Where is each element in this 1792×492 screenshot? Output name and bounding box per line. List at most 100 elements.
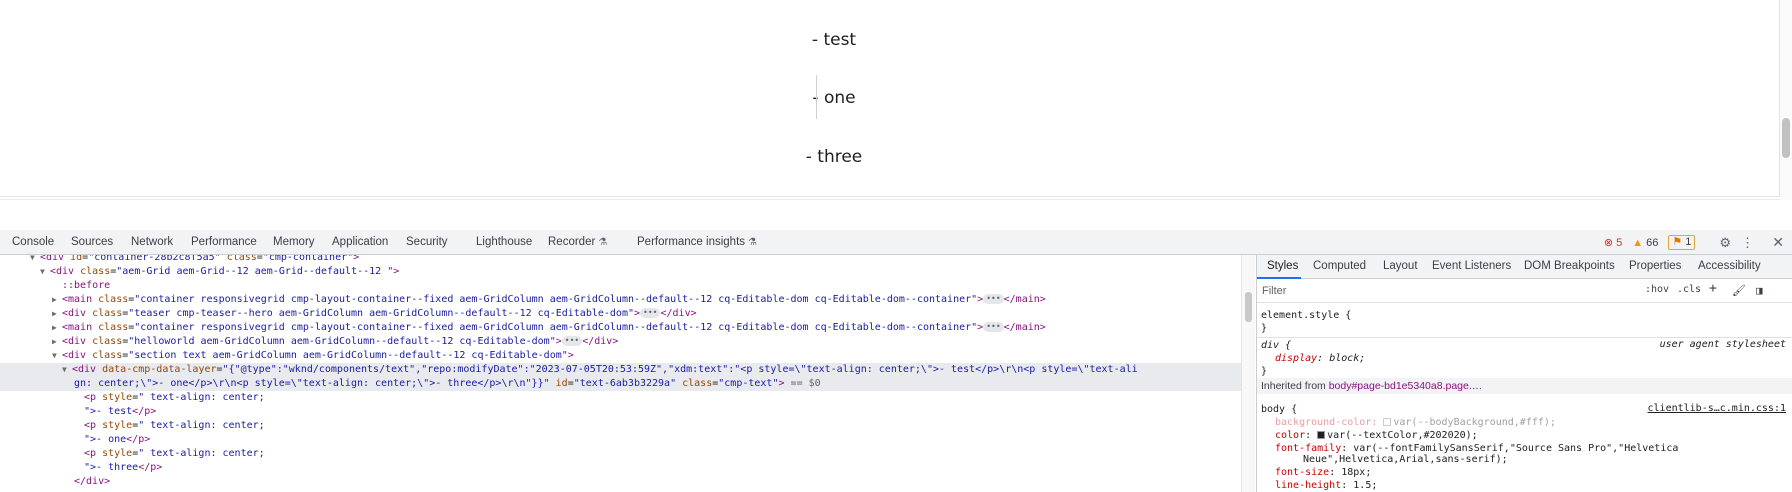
gear-icon[interactable]: ⚙ <box>1719 235 1731 251</box>
dom-node-selected[interactable]: ▼ <div data-cmp-data-layer="{"@type":"wkn… <box>0 363 1241 377</box>
page-content: - test - one - three <box>0 0 1780 197</box>
paragraph-three[interactable]: - three <box>0 145 1668 169</box>
inherited-node-link[interactable]: body#page-bd1e5340a8.page.… <box>1329 380 1483 392</box>
browser-window: - test - one - three Console Sources Net… <box>0 0 1792 492</box>
dom-node[interactable]: ">- test</p> <box>0 405 1241 419</box>
error-count-badge[interactable]: ⊗ 5 <box>1604 236 1623 250</box>
tab-properties[interactable]: Properties <box>1629 260 1681 272</box>
collapse-triangle-icon[interactable]: ▼ <box>52 349 62 363</box>
element-style-selector[interactable]: element.style { <box>1261 309 1351 322</box>
expand-triangle-icon[interactable]: ▶ <box>52 293 62 307</box>
tab-performance[interactable]: Performance <box>191 236 257 248</box>
sidebar-toggle-icon[interactable]: ◨ <box>1756 284 1763 297</box>
tab-layout[interactable]: Layout <box>1383 260 1418 272</box>
tab-memory[interactable]: Memory <box>273 236 315 248</box>
body-decl-font-family-cont: Neue",Helvetica,Arial,sans-serif); <box>1303 454 1508 465</box>
devtools-status: ⊗ 5 ▲ 66 ⚑ 1 ⚙ ⋮ <box>1604 234 1754 251</box>
tab-performance-insights-label: Performance insights <box>637 236 746 248</box>
dom-node[interactable]: ▼ <div id="container-28b2c8f5a5" class="c… <box>0 255 1241 265</box>
paragraph-one[interactable]: - one <box>0 86 1668 110</box>
ellipsis-icon[interactable]: ••• <box>983 322 1004 332</box>
dom-pseudo-before[interactable]: ::before <box>0 279 1241 293</box>
warning-count-badge[interactable]: ▲ 66 <box>1632 237 1658 249</box>
tab-sources[interactable]: Sources <box>71 236 113 248</box>
inherited-from-header: Inherited from body#page-bd1e5340a8.page… <box>1257 378 1792 394</box>
tab-console[interactable]: Console <box>12 236 54 248</box>
warning-count: 66 <box>1646 236 1659 249</box>
issue-count: 1 <box>1685 236 1692 248</box>
hover-state-toggle[interactable]: :hov <box>1645 284 1669 295</box>
expand-triangle-icon[interactable]: ▶ <box>52 321 62 335</box>
styles-sidebar: Styles Computed Layout Event Listeners D… <box>1256 255 1792 492</box>
dom-node[interactable]: <p style=" text-align: center; <box>0 391 1241 405</box>
tab-recorder-label: Recorder <box>548 236 596 248</box>
styles-filter-input[interactable] <box>1262 283 1592 299</box>
stylesheet-source-link[interactable]: clientlib-s…c.min.css:1 <box>1648 403 1786 414</box>
text-caret <box>816 75 817 119</box>
body-decl-font-size[interactable]: font-size: 18px; <box>1275 466 1371 479</box>
body-rule-selector[interactable]: body { <box>1261 403 1297 416</box>
collapse-triangle-icon[interactable]: ▼ <box>30 255 40 265</box>
dom-node[interactable]: ▼ <div class="section text aem-GridColumn… <box>0 349 1241 363</box>
dom-node[interactable]: ▼ <div class="aem-Grid aem-Grid--12 aem-G… <box>0 265 1241 279</box>
dom-node[interactable]: ▶ <div class="teaser cmp-teaser--hero aem… <box>0 307 1241 321</box>
dom-node[interactable]: ">- one</p> <box>0 433 1241 447</box>
ellipsis-icon[interactable]: ••• <box>983 294 1004 304</box>
dom-node[interactable]: <p style=" text-align: center; <box>0 447 1241 461</box>
div-rule-close: } <box>1261 366 1268 377</box>
warning-icon: ▲ <box>1632 236 1644 249</box>
page-viewport: - test - one - three <box>0 0 1792 200</box>
paint-brush-icon[interactable]: 🖌 <box>1732 284 1746 297</box>
color-swatch[interactable] <box>1383 418 1392 426</box>
ua-stylesheet-note: user agent stylesheet <box>1659 339 1786 350</box>
body-decl-color[interactable]: color: var(--textColor,#202020); <box>1275 429 1478 442</box>
tab-computed[interactable]: Computed <box>1313 260 1366 272</box>
expand-triangle-icon[interactable]: ▶ <box>52 335 62 349</box>
dom-node-selected-continued[interactable]: gn: center;\">- one</p>\r\n<p style=\"te… <box>0 377 1241 391</box>
close-icon[interactable]: ✕ <box>1772 234 1784 251</box>
tab-application[interactable]: Application <box>332 236 388 248</box>
tab-security[interactable]: Security <box>406 236 448 248</box>
expand-triangle-icon[interactable]: ▶ <box>52 307 62 321</box>
tab-dom-breakpoints[interactable]: DOM Breakpoints <box>1524 260 1615 272</box>
devtools-tab-bar: Console Sources Network Performance Memo… <box>0 230 1792 255</box>
kebab-menu-icon[interactable]: ⋮ <box>1741 235 1754 251</box>
color-swatch[interactable] <box>1317 431 1326 439</box>
dom-node[interactable]: ▶ <div class="helloworld aem-GridColumn a… <box>0 335 1241 349</box>
dom-node[interactable]: ▶ <main class="container responsivegrid c… <box>0 321 1241 335</box>
page-scrollbar[interactable] <box>1780 0 1792 200</box>
body-decl-background-color[interactable]: background-color: var(--bodyBackground,#… <box>1275 416 1556 429</box>
dom-node[interactable]: </div> <box>0 475 1241 489</box>
dom-node[interactable]: ">- three</p> <box>0 461 1241 475</box>
error-count: 5 <box>1616 236 1623 249</box>
ellipsis-icon[interactable]: ••• <box>561 336 583 346</box>
elements-dom-tree: ▼ <div id="container-28b2c8f5a5" class="c… <box>0 255 1241 492</box>
issue-count-badge[interactable]: ⚑ 1 <box>1668 235 1696 250</box>
tab-network[interactable]: Network <box>131 236 173 248</box>
elements-scrollbar-thumb[interactable] <box>1245 292 1252 322</box>
tab-lighthouse[interactable]: Lighthouse <box>476 236 532 248</box>
paragraph-test[interactable]: - test <box>0 28 1668 52</box>
tab-accessibility[interactable]: Accessibility <box>1698 260 1761 272</box>
flask-icon: ⚗ <box>598 237 608 248</box>
selected-node-marker: == $0 <box>790 378 821 389</box>
class-toggle[interactable]: .cls <box>1677 284 1701 295</box>
ellipsis-icon[interactable]: ••• <box>640 308 661 318</box>
collapse-triangle-icon[interactable]: ▼ <box>62 363 72 377</box>
tab-performance-insights[interactable]: Performance insights ⚗ <box>637 236 757 248</box>
body-decl-line-height[interactable]: line-height: 1.5; <box>1275 479 1377 492</box>
page-scrollbar-thumb[interactable] <box>1782 118 1790 158</box>
dom-node[interactable]: <p style=" text-align: center; <box>0 419 1241 433</box>
tab-event-listeners[interactable]: Event Listeners <box>1432 260 1511 272</box>
div-rule-decl[interactable]: display: block; <box>1275 352 1365 365</box>
div-rule-selector[interactable]: div { <box>1261 339 1291 352</box>
tab-styles[interactable]: Styles <box>1267 260 1298 272</box>
element-style-close: } <box>1261 323 1268 334</box>
tab-recorder[interactable]: Recorder ⚗ <box>548 236 607 248</box>
new-rule-icon[interactable]: + <box>1709 281 1717 296</box>
collapse-triangle-icon[interactable]: ▼ <box>40 265 50 279</box>
elements-scrollbar[interactable] <box>1241 255 1255 492</box>
styles-filter-bar: :hov .cls + 🖌 ◨ <box>1257 279 1792 303</box>
dom-node[interactable]: ▶ <main class="container responsivegrid c… <box>0 293 1241 307</box>
flask-icon: ⚗ <box>748 237 757 248</box>
